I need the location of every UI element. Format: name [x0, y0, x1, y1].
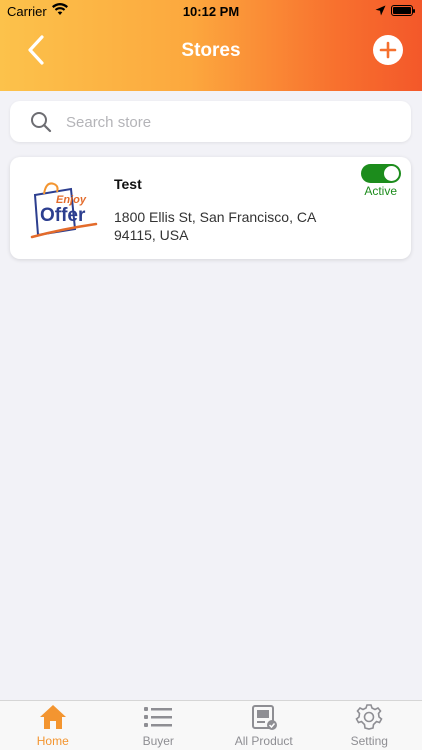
product-icon [211, 703, 317, 731]
top-header: Carrier 10:12 PM Stores [0, 0, 422, 91]
tab-home[interactable]: Home [0, 701, 106, 750]
tab-bar: Home Buyer All Product Setting [0, 700, 422, 750]
clock: 10:12 PM [182, 4, 240, 19]
plus-icon [379, 41, 397, 59]
tab-setting[interactable]: Setting [317, 701, 422, 750]
tab-buyer-label: Buyer [142, 734, 174, 748]
store-logo: Enjoy Offer [26, 171, 104, 249]
tab-all-product[interactable]: All Product [211, 701, 317, 750]
tab-home-label: Home [36, 734, 69, 748]
tab-buyer[interactable]: Buyer [106, 701, 212, 750]
search-input[interactable] [66, 109, 386, 135]
home-icon [0, 703, 106, 731]
page-title: Stores [181, 40, 241, 61]
store-card[interactable]: Enjoy Offer Test 1800 Ellis St, San Fran… [10, 157, 411, 259]
search-bar[interactable] [10, 101, 411, 142]
battery-icon [391, 5, 415, 16]
tab-all-product-label: All Product [234, 734, 293, 748]
store-status-label: Active [364, 184, 397, 198]
logo-text-bottom: Offer [40, 205, 86, 226]
status-bar: Carrier 10:12 PM [0, 0, 422, 22]
list-icon [106, 703, 212, 731]
location-arrow-icon [375, 4, 386, 19]
search-icon [30, 111, 52, 138]
gear-icon [317, 703, 422, 731]
store-address: 1800 Ellis St, San Francisco, CA 94115, … [114, 209, 316, 243]
add-store-button[interactable] [373, 35, 403, 65]
store-name: Test [114, 176, 142, 192]
toggle-knob [384, 166, 399, 181]
store-active-toggle[interactable] [361, 164, 401, 183]
tab-setting-label: Setting [350, 734, 388, 748]
